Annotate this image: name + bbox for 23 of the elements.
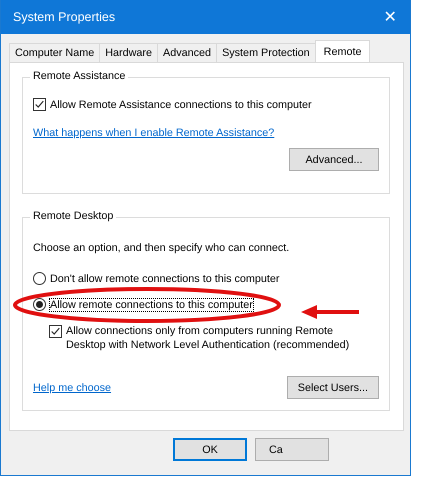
checkbox[interactable] bbox=[49, 325, 62, 338]
radio-button[interactable] bbox=[33, 298, 46, 311]
check-icon bbox=[50, 326, 61, 337]
select-users-button[interactable]: Select Users... bbox=[286, 376, 379, 399]
check-icon bbox=[34, 99, 45, 110]
help-link[interactable]: What happens when I enable Remote Assistance? bbox=[33, 127, 274, 139]
radio-label: Allow remote connections to this computer bbox=[50, 298, 253, 310]
dialog-button[interactable]: Ca bbox=[255, 438, 329, 461]
close-button[interactable]: ✕ bbox=[370, 0, 410, 34]
group-title: Remote Assistance bbox=[30, 70, 128, 82]
dialog-button[interactable]: OK bbox=[173, 438, 247, 461]
checkbox[interactable] bbox=[33, 98, 46, 111]
instruction-text: Choose an option, and then specify who can connect. bbox=[33, 242, 290, 254]
tab[interactable]: Remote bbox=[314, 40, 370, 62]
window-title: System Properties bbox=[13, 10, 116, 24]
radio-label: Don't allow remote connections to this computer bbox=[50, 272, 280, 284]
radio-button[interactable] bbox=[33, 272, 46, 285]
tab[interactable]: Computer Name bbox=[9, 43, 100, 62]
group-title: Remote Desktop bbox=[30, 210, 116, 222]
help-link[interactable]: Help me choose bbox=[33, 382, 112, 394]
advanced-button[interactable]: Advanced... bbox=[289, 148, 379, 171]
checkbox-label: Allow Remote Assistance connections to this computer bbox=[50, 98, 312, 110]
checkbox-label: Allow connections only from computers running Remote Desktop with Network Level Authentication (recommended) bbox=[66, 324, 350, 352]
